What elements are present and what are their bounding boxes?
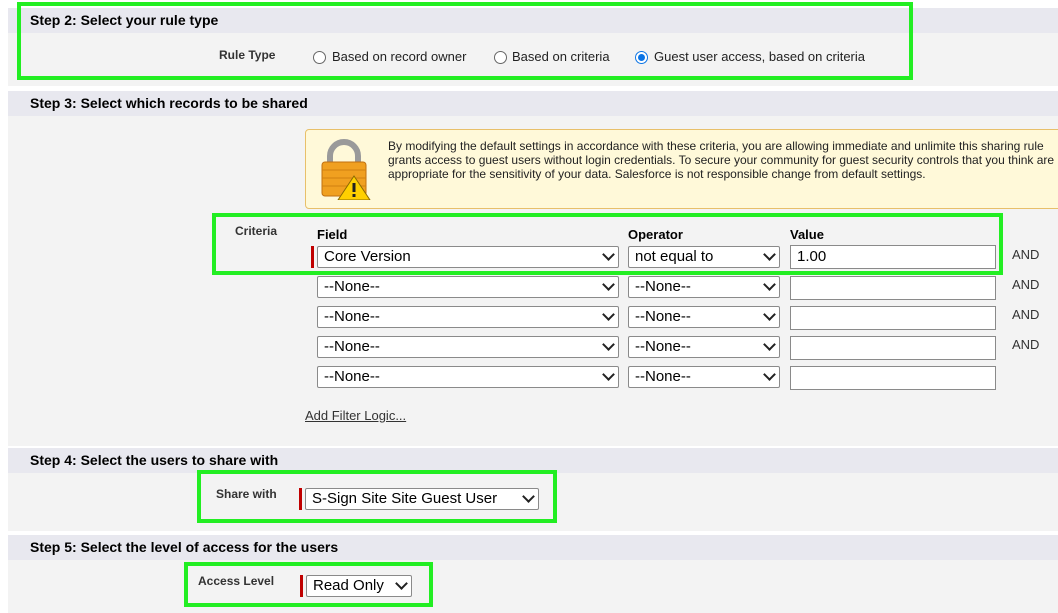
field-select-2[interactable]: --None-- — [317, 276, 619, 298]
add-filter-logic-link[interactable]: Add Filter Logic... — [305, 408, 406, 423]
radio-criteria[interactable] — [494, 51, 507, 64]
chevron-down-icon — [602, 368, 615, 381]
share-with-select-value: S-Sign Site Site Guest User — [312, 490, 498, 507]
lock-warning-icon — [316, 138, 372, 201]
access-level-label: Access Level — [198, 574, 275, 588]
field-select-3[interactable]: --None-- — [317, 306, 619, 328]
criteria-label: Criteria — [235, 224, 278, 238]
access-level-select[interactable]: Read Only — [306, 575, 412, 597]
radio-guest-user-access[interactable] — [635, 51, 648, 64]
and-label-2: AND — [1012, 277, 1040, 292]
operator-select-3-value: --None-- — [635, 308, 691, 325]
operator-select-5[interactable]: --None-- — [628, 366, 780, 388]
operator-select-4-value: --None-- — [635, 338, 691, 355]
and-label-4: AND — [1012, 337, 1040, 352]
chevron-down-icon — [602, 248, 615, 261]
step3-header: Step 3: Select which records to be share… — [8, 91, 1058, 116]
step4-header: Step 4: Select the users to share with — [8, 448, 1058, 473]
warning-text: By modifying the default settings in acc… — [388, 139, 1055, 181]
operator-select-1[interactable]: not equal to — [628, 246, 780, 268]
radio-criteria-label[interactable]: Based on criteria — [512, 49, 610, 64]
share-with-label: Share with — [216, 487, 277, 501]
chevron-down-icon — [522, 490, 535, 503]
field-select-1-value: Core Version — [324, 248, 411, 265]
value-input-2[interactable] — [790, 276, 996, 300]
share-with-select[interactable]: S-Sign Site Site Guest User — [305, 488, 539, 510]
operator-select-5-value: --None-- — [635, 368, 691, 385]
field-column-header: Field — [317, 227, 348, 242]
field-select-1[interactable]: Core Version — [317, 246, 619, 268]
chevron-down-icon — [763, 278, 776, 291]
value-input-5[interactable] — [790, 366, 996, 390]
operator-select-3[interactable]: --None-- — [628, 306, 780, 328]
step2-header: Step 2: Select your rule type — [8, 8, 1058, 33]
chevron-down-icon — [602, 278, 615, 291]
field-select-5[interactable]: --None-- — [317, 366, 619, 388]
value-input-1[interactable]: 1.00 — [790, 245, 996, 269]
operator-select-2[interactable]: --None-- — [628, 276, 780, 298]
chevron-down-icon — [763, 368, 776, 381]
chevron-down-icon — [763, 338, 776, 351]
field-select-2-value: --None-- — [324, 278, 380, 295]
field-select-4-value: --None-- — [324, 338, 380, 355]
required-indicator — [299, 488, 302, 510]
value-column-header: Value — [790, 227, 824, 242]
operator-select-1-value: not equal to — [635, 248, 714, 265]
and-label-1: AND — [1012, 247, 1040, 262]
operator-select-2-value: --None-- — [635, 278, 691, 295]
field-select-4[interactable]: --None-- — [317, 336, 619, 358]
required-indicator — [300, 575, 303, 597]
value-input-4[interactable] — [790, 336, 996, 360]
warning-box: By modifying the default settings in acc… — [305, 129, 1058, 209]
field-select-5-value: --None-- — [324, 368, 380, 385]
step5-header: Step 5: Select the level of access for t… — [8, 535, 1058, 560]
step5-body — [8, 560, 1058, 613]
rule-type-label: Rule Type — [219, 48, 276, 62]
chevron-down-icon — [395, 577, 408, 590]
chevron-down-icon — [602, 338, 615, 351]
access-level-select-value: Read Only — [313, 577, 384, 594]
chevron-down-icon — [763, 248, 776, 261]
required-indicator — [311, 246, 314, 268]
radio-record-owner[interactable] — [313, 51, 326, 64]
chevron-down-icon — [602, 308, 615, 321]
and-label-3: AND — [1012, 307, 1040, 322]
radio-guest-user-access-label[interactable]: Guest user access, based on criteria — [654, 49, 865, 64]
operator-column-header: Operator — [628, 227, 683, 242]
chevron-down-icon — [763, 308, 776, 321]
radio-record-owner-label[interactable]: Based on record owner — [332, 49, 466, 64]
operator-select-4[interactable]: --None-- — [628, 336, 780, 358]
value-input-3[interactable] — [790, 306, 996, 330]
field-select-3-value: --None-- — [324, 308, 380, 325]
